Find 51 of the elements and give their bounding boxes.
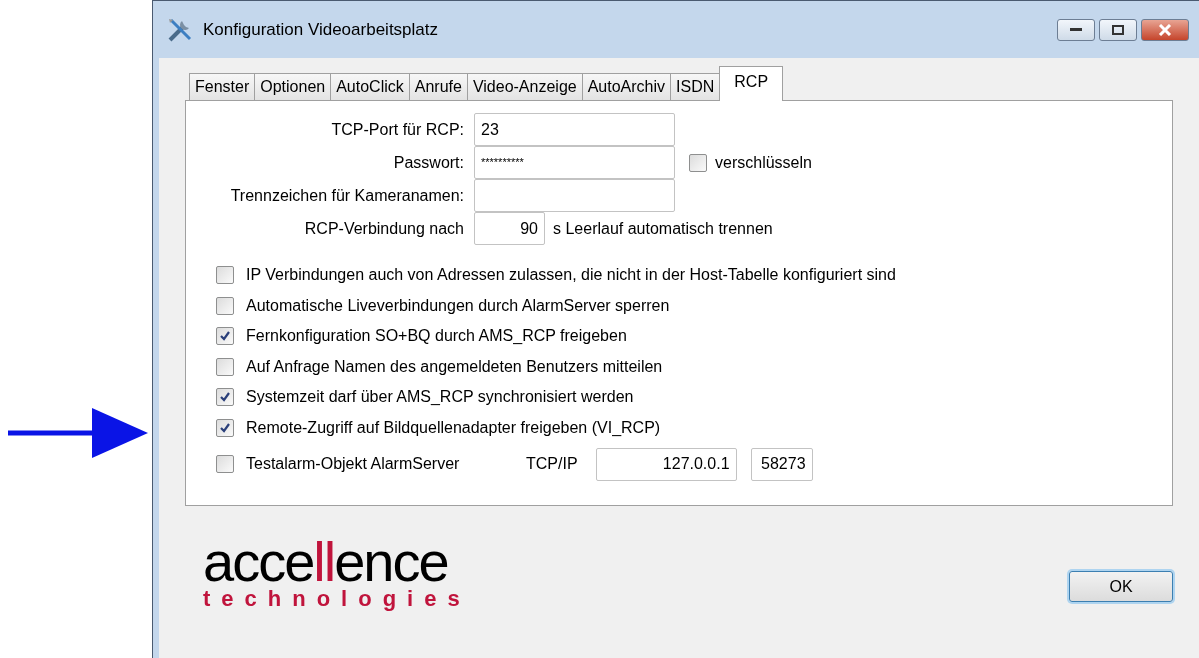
checkbox-label: Automatische Liveverbindungen durch AlarmServer sperren [246, 295, 670, 316]
window-title: Konfiguration Videoarbeitsplatz [203, 18, 439, 41]
tab[interactable]: Anrufe [408, 73, 468, 100]
ip-address-field[interactable]: 127.0.0.1 [595, 447, 737, 481]
checkbox[interactable] [216, 327, 234, 346]
checkbox[interactable] [689, 153, 707, 172]
text-field[interactable]: 90 [474, 212, 545, 245]
checkmark-icon [219, 330, 231, 343]
checkbox[interactable] [216, 357, 234, 376]
field-label: Trennzeichen für Kameranamen: [229, 185, 465, 206]
minimize-button[interactable] [1057, 18, 1095, 41]
checkbox[interactable] [216, 388, 234, 407]
field-suffix: s Leerlauf automatisch trennen [553, 218, 773, 239]
ok-button[interactable]: OK [1069, 571, 1173, 602]
checkbox-label: Systemzeit darf über AMS_RCP synchronisiert werden [246, 387, 634, 408]
text-field[interactable] [474, 179, 675, 212]
logo-wordmark: accellence [203, 534, 448, 590]
tab[interactable]: AutoArchiv [581, 73, 672, 100]
minimize-icon [1070, 27, 1082, 32]
checkbox-label: Fernkonfiguration SO+BQ durch AMS_RCP freigeben [246, 326, 627, 347]
checkbox[interactable] [216, 296, 234, 315]
close-icon [1158, 23, 1172, 36]
tab[interactable]: ISDN [670, 73, 721, 100]
field-label: RCP-Verbindung nach [303, 218, 465, 239]
close-button[interactable] [1141, 18, 1189, 41]
tab[interactable]: RCP [719, 66, 784, 101]
field-label: Passwort: [392, 152, 465, 173]
checkbox-label: Auf Anfrage Namen des angemeldeten Benutzers mitteilen [246, 356, 663, 377]
arrow-icon [8, 408, 148, 458]
tab[interactable]: Optionen [254, 73, 332, 100]
checkmark-icon [219, 391, 231, 404]
tab[interactable]: Video-Anzeige [466, 73, 583, 100]
maximize-button[interactable] [1099, 18, 1137, 41]
field-label: TCP-Port für RCP: [330, 119, 465, 140]
port-field[interactable]: 58273 [750, 447, 813, 481]
checkbox[interactable] [216, 418, 234, 437]
tab[interactable]: Fenster [189, 73, 256, 100]
checkbox-label: Remote-Zugriff auf Bildquellenadapter freigeben (VI_RCP) [246, 417, 661, 438]
checkbox-label: Testalarm-Objekt AlarmServer [246, 454, 461, 475]
tools-icon [167, 16, 193, 43]
checkbox[interactable] [216, 455, 234, 474]
checkbox-label: IP Verbindungen auch von Adressen zulassen, die nicht in der Host-Tabelle konfiguriert sind [246, 265, 896, 286]
checkbox-label: verschlüsseln [715, 152, 812, 173]
text-field[interactable]: ********** [474, 146, 675, 179]
checkbox[interactable] [216, 266, 234, 285]
tab[interactable]: AutoClick [330, 73, 410, 100]
text-field[interactable]: 23 [474, 113, 675, 146]
checkmark-icon [219, 421, 231, 434]
field-label: TCP/IP [526, 454, 578, 475]
logo-subtitle: technologies [203, 588, 471, 610]
maximize-icon [1112, 24, 1124, 35]
